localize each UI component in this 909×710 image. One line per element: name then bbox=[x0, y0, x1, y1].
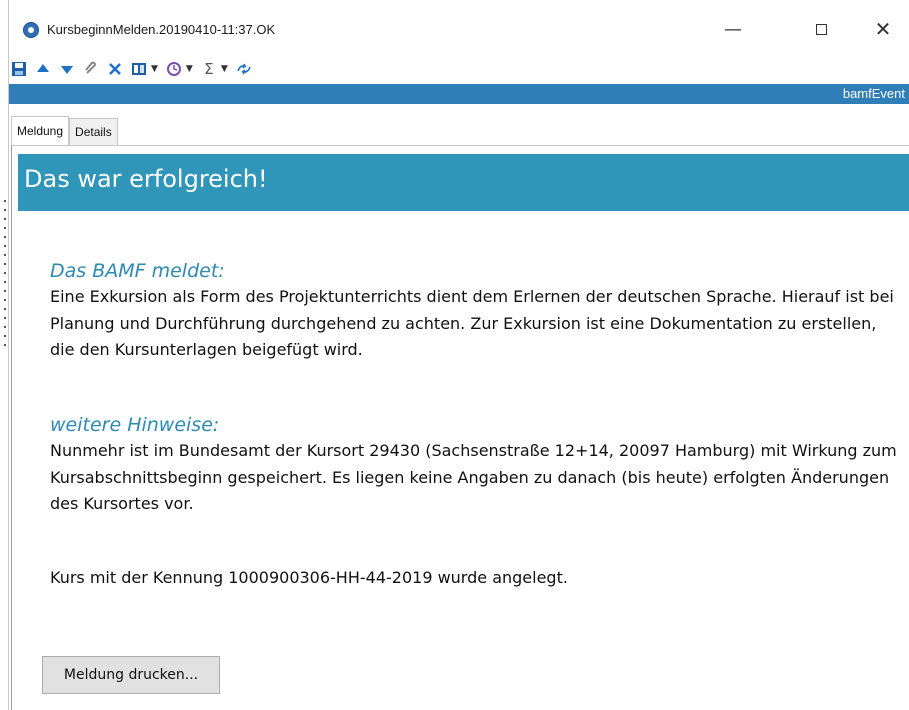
event-strip: bamfEvent bbox=[9, 84, 909, 104]
save-icon[interactable] bbox=[9, 59, 29, 79]
maximize-icon bbox=[815, 23, 827, 35]
columns-dropdown-icon[interactable]: ▼ bbox=[151, 64, 158, 74]
sum-icon[interactable]: Σ bbox=[199, 59, 219, 79]
clock-dropdown-icon[interactable]: ▼ bbox=[186, 64, 193, 74]
sum-dropdown-icon[interactable]: ▼ bbox=[221, 64, 228, 74]
arrow-down-icon[interactable] bbox=[57, 59, 77, 79]
delete-icon[interactable] bbox=[105, 59, 125, 79]
tab-meldung[interactable]: Meldung bbox=[11, 116, 70, 145]
columns-icon[interactable] bbox=[129, 59, 149, 79]
hints-section: weitere Hinweise: Nunmehr ist im Bundesa… bbox=[50, 414, 900, 518]
bamf-message-text: Eine Exkursion als Form des Projektunter… bbox=[50, 287, 894, 359]
hints-title: weitere Hinweise: bbox=[50, 414, 220, 436]
app-icon bbox=[23, 22, 39, 38]
tab-bar: Meldung Details bbox=[11, 116, 118, 145]
event-label: bamfEvent bbox=[842, 86, 905, 101]
message-panel: Das war erfolgreich! Das BAMF meldet: Ei… bbox=[11, 146, 909, 710]
toolbar: ▼ ▼ Σ ▼ bbox=[9, 56, 258, 82]
course-created-section: Kurs mit der Kennung 1000900306-HH-44-20… bbox=[50, 565, 900, 592]
arrow-up-icon[interactable] bbox=[33, 59, 53, 79]
bamf-message-title: Das BAMF meldet: bbox=[50, 260, 225, 282]
hints-text: Nunmehr ist im Bundesamt der Kursort 294… bbox=[50, 441, 897, 513]
success-banner: Das war erfolgreich! bbox=[18, 154, 909, 211]
background-window-edge bbox=[0, 0, 9, 710]
course-created-text: Kurs mit der Kennung 1000900306-HH-44-20… bbox=[50, 568, 568, 587]
tab-details[interactable]: Details bbox=[69, 118, 118, 145]
bamf-message-section: Das BAMF meldet: Eine Exkursion als Form… bbox=[50, 260, 900, 364]
close-button[interactable]: ✕ bbox=[865, 14, 901, 44]
minimize-button[interactable]: — bbox=[715, 14, 751, 44]
title-bar[interactable]: KursbeginnMelden.20190410-11:37.OK — ✕ bbox=[9, 0, 909, 56]
refresh-icon[interactable] bbox=[234, 59, 254, 79]
print-message-button[interactable]: Meldung drucken... bbox=[42, 656, 220, 694]
attach-icon[interactable] bbox=[81, 59, 101, 79]
success-title: Das war erfolgreich! bbox=[24, 165, 268, 193]
dialog-window: KursbeginnMelden.20190410-11:37.OK — ✕ ▼… bbox=[9, 0, 909, 710]
clock-icon[interactable] bbox=[164, 59, 184, 79]
window-title: KursbeginnMelden.20190410-11:37.OK bbox=[47, 22, 276, 37]
maximize-button[interactable] bbox=[803, 14, 839, 44]
